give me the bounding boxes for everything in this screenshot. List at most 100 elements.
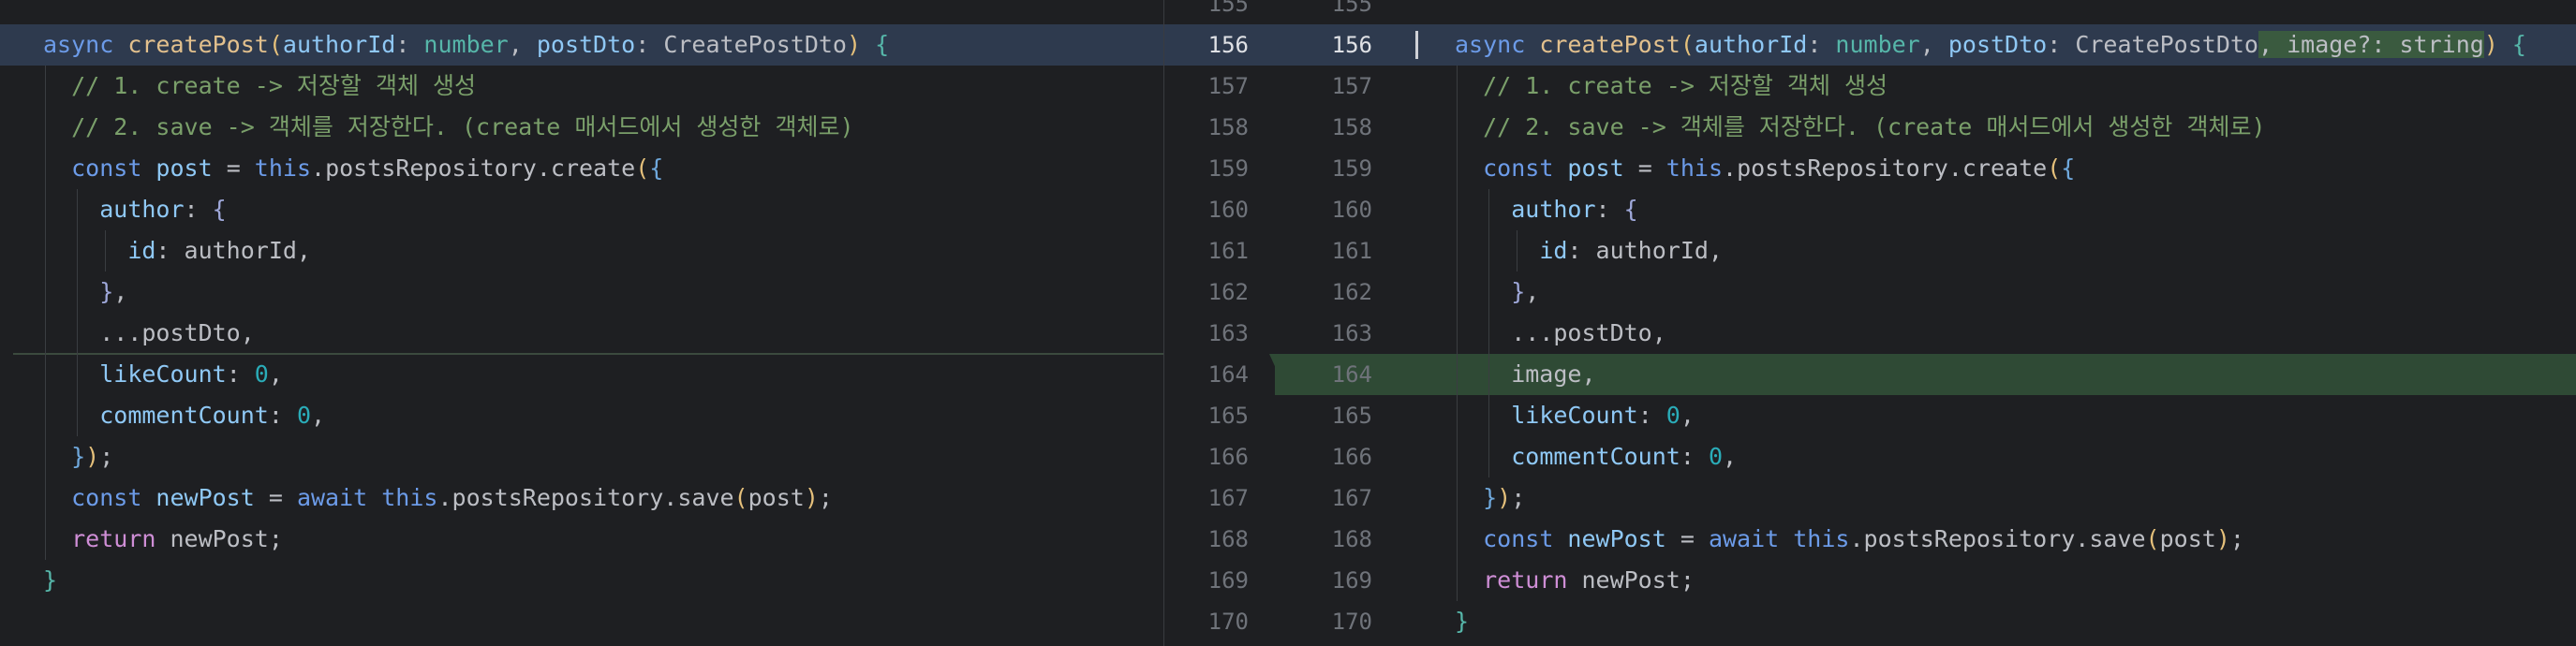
code-token: ): [2483, 31, 2498, 58]
side-by-side-diff-viewer: async createPost(authorId: number, postD…: [0, 0, 2576, 646]
code-token: newPost;: [170, 525, 283, 552]
right-code-line[interactable]: author: {: [1412, 189, 2576, 230]
code-token: =: [212, 154, 255, 182]
code-token: 0: [254, 360, 269, 388]
code-token: {: [212, 196, 227, 223]
code-token: =: [1666, 525, 1709, 552]
left-line-number: 156: [1207, 32, 1249, 58]
left-code-line[interactable]: const newPost = await this.postsReposito…: [0, 477, 1163, 519]
code-token: authorId: [1694, 31, 1808, 58]
right-code-text: return newPost;: [1455, 560, 1695, 601]
left-code-line[interactable]: author: {: [0, 189, 1163, 230]
right-line-number: 156: [1331, 32, 1372, 58]
line-number-gutter: 155 155 156 156 157 157 158 158 159 159 160 160 161 1…: [1163, 0, 1413, 646]
right-code-line[interactable]: const newPost = await this.postsReposito…: [1412, 519, 2576, 560]
left-code-text: const newPost = await this.postsReposito…: [43, 477, 833, 519]
right-code-line[interactable]: // 1. create -> 저장할 객체 생성: [1412, 66, 2576, 107]
left-code-line[interactable]: async createPost(authorId: number, postD…: [0, 24, 1163, 66]
code-token: :: [1637, 402, 1666, 429]
left-code-line[interactable]: commentCount: 0,: [0, 395, 1163, 436]
code-token: (: [733, 484, 748, 511]
left-line-number: 155: [1207, 0, 1249, 17]
code-token: =: [1623, 154, 1666, 182]
code-token: ): [85, 443, 100, 470]
code-token: newPost;: [1581, 566, 1695, 594]
left-code-line[interactable]: ...postDto,: [0, 313, 1163, 354]
code-token: createPost: [1539, 31, 1680, 58]
code-token: }: [71, 443, 86, 470]
indent-guide: [105, 230, 107, 272]
code-token: {: [2061, 154, 2076, 182]
code-token: :: [1807, 31, 1836, 58]
code-token: ...postDto,: [1455, 319, 1666, 346]
right-code-text: image,: [1455, 354, 1596, 395]
code-token: ): [1497, 484, 1512, 511]
code-token: return: [1483, 566, 1582, 594]
right-code-text: author: {: [1455, 189, 1637, 230]
right-code-text: const newPost = await this.postsReposito…: [1455, 519, 2244, 560]
left-code-line[interactable]: // 1. create -> 저장할 객체 생성: [0, 66, 1163, 107]
left-code-line[interactable]: const post = this.postsRepository.create…: [0, 148, 1163, 189]
right-code-line[interactable]: id: authorId,: [1412, 230, 2576, 272]
right-code-line[interactable]: async createPost(authorId: number, postD…: [1412, 24, 2576, 66]
right-code-text: id: authorId,: [1455, 230, 1723, 272]
left-code-line[interactable]: },: [0, 272, 1163, 313]
right-code-line[interactable]: image,: [1412, 354, 2576, 395]
code-token: number: [423, 31, 509, 58]
code-token: 0: [1708, 443, 1724, 470]
right-code-line[interactable]: }: [1412, 601, 2576, 642]
left-code-line[interactable]: }: [0, 560, 1163, 601]
right-code-line[interactable]: // 2. save -> 객체를 저장한다. (create 매서드에서 생성…: [1412, 107, 2576, 148]
code-token: .postsRepository.save: [437, 484, 734, 511]
code-token: :: [184, 196, 213, 223]
right-line-number: 161: [1331, 238, 1372, 264]
left-code-line[interactable]: id: authorId,: [0, 230, 1163, 272]
right-code-line[interactable]: return newPost;: [1412, 560, 2576, 601]
right-code-line[interactable]: });: [1412, 477, 2576, 519]
code-token: // 1. create -> 저장할 객체 생성: [1455, 72, 1888, 99]
code-token: {: [649, 154, 664, 182]
indent-guide: [1457, 66, 1458, 601]
code-token: number: [1835, 31, 1920, 58]
right-code-pane[interactable]: async createPost(authorId: number, postD…: [1412, 0, 2576, 646]
left-code-text: id: authorId,: [43, 230, 311, 272]
right-code-line[interactable]: [1412, 0, 2576, 24]
code-token: .postsRepository.save: [1849, 525, 2146, 552]
code-token: id: [127, 237, 156, 264]
left-code-line[interactable]: // 2. save -> 객체를 저장한다. (create 매서드에서 생성…: [0, 107, 1163, 148]
left-line-number: 166: [1207, 444, 1249, 470]
left-line-number: 164: [1207, 361, 1249, 388]
right-code-text: },: [1455, 272, 1539, 313]
right-code-text: // 2. save -> 객체를 저장한다. (create 매서드에서 생성…: [1455, 107, 2265, 148]
code-token: CreatePostDto: [2075, 31, 2258, 58]
left-code-line[interactable]: });: [0, 436, 1163, 477]
left-code-pane[interactable]: async createPost(authorId: number, postD…: [0, 0, 1163, 646]
code-token: ,: [508, 31, 537, 58]
right-code-line[interactable]: likeCount: 0,: [1412, 395, 2576, 436]
code-token: newPost: [155, 484, 255, 511]
left-line-number: 163: [1207, 320, 1249, 346]
code-token: :: [2047, 31, 2076, 58]
right-code-line[interactable]: },: [1412, 272, 2576, 313]
code-token: image,: [1455, 360, 1596, 388]
insertion-marker-line: [13, 353, 1163, 355]
left-code-text: commentCount: 0,: [43, 395, 325, 436]
left-line-number: 160: [1207, 197, 1249, 223]
right-code-line[interactable]: commentCount: 0,: [1412, 436, 2576, 477]
code-token: ...postDto,: [43, 319, 255, 346]
code-token: ;: [818, 484, 833, 511]
code-token: post: [748, 484, 805, 511]
code-token: ,: [1525, 278, 1540, 305]
code-token: postDto: [536, 31, 636, 58]
left-code-line[interactable]: likeCount: 0,: [0, 354, 1163, 395]
right-code-line[interactable]: const post = this.postsRepository.create…: [1412, 148, 2576, 189]
left-code-line[interactable]: return newPost;: [0, 519, 1163, 560]
code-token: authorId: [282, 31, 396, 58]
code-token: ,: [311, 402, 326, 429]
right-code-line[interactable]: ...postDto,: [1412, 313, 2576, 354]
right-code-text: async createPost(authorId: number, postD…: [1455, 24, 2526, 66]
